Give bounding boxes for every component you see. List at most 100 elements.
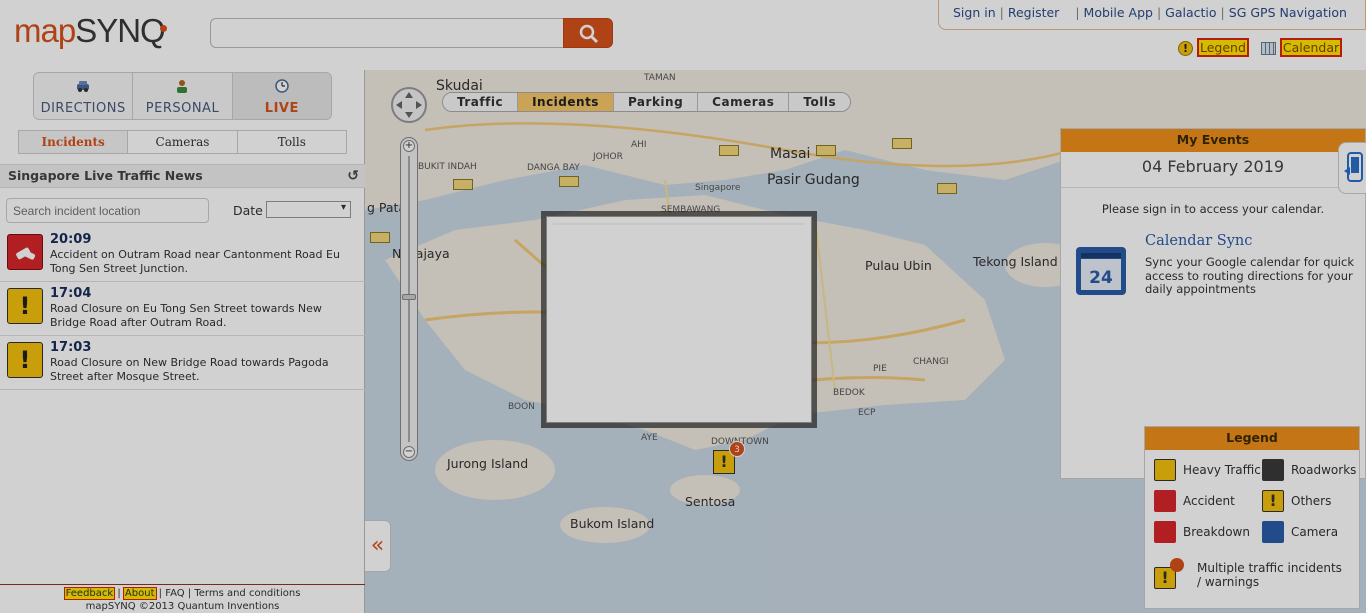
galactio-link[interactable]: Galactio	[1165, 5, 1216, 20]
calendar-sync-description: Sync your Google calendar for quick acce…	[1145, 255, 1354, 296]
map-label: AYE	[641, 433, 658, 443]
map-label: BOON	[508, 402, 535, 412]
map[interactable]: Skudai TAMAN Masai Pasir Gudang BUKIT IN…	[365, 70, 1366, 613]
map-layer-tabs: Traffic Incidents Parking Cameras Tolls	[442, 92, 852, 112]
logo-map-text: map	[14, 12, 76, 49]
double-chevron-left-icon: «	[370, 533, 385, 558]
list-item[interactable]: ! 17:04 Road Closure on Eu Tong Sen Stre…	[0, 282, 365, 336]
header: mapSYNQ Sign in | Register | Mobile App | Gala…	[0, 0, 1366, 70]
pan-control[interactable]	[391, 87, 427, 123]
top-links: Sign in | Register | Mobile App | Galactio | SG …	[938, 0, 1366, 30]
zoom-in-button[interactable]: +	[403, 140, 415, 152]
search-button[interactable]	[563, 18, 613, 48]
roadworks-icon	[1262, 459, 1284, 481]
legend-link[interactable]: Legend	[1197, 38, 1249, 57]
map-tab-tolls[interactable]: Tolls	[789, 93, 851, 111]
mobile-tab[interactable]	[1338, 142, 1366, 194]
events-date: 04 February 2019	[1061, 152, 1365, 188]
legend-item: Multiple traffic incidents / warnings	[1197, 561, 1347, 589]
map-label: CHANGI	[913, 357, 949, 367]
list-item[interactable]: 20:09 Accident on Outram Road near Canto…	[0, 228, 365, 282]
incident-description: Road Closure on Eu Tong Sen Street towar…	[50, 302, 322, 329]
warning-icon: !	[1178, 41, 1193, 56]
pan-arrows-icon	[396, 92, 422, 118]
road-marker	[816, 145, 836, 156]
collapse-panel-button[interactable]: «	[365, 520, 391, 572]
list-item[interactable]: ! 17:03 Road Closure on New Bridge Road …	[0, 336, 365, 390]
map-label: Tekong Island	[973, 254, 1058, 269]
legend-calendar-links: ! Legend Calendar	[1178, 38, 1343, 57]
tab-personal-label: PERSONAL	[145, 101, 220, 116]
map-label: BUKIT INDAH	[418, 162, 477, 172]
map-tab-cameras[interactable]: Cameras	[698, 93, 790, 111]
zoom-thumb[interactable]	[402, 294, 416, 300]
calendar-sync-icon: 24	[1073, 241, 1131, 299]
others-icon: !	[1262, 490, 1284, 512]
zoom-slider[interactable]: + −	[400, 137, 418, 461]
app: mapSYNQ Sign in | Register | Mobile App | Gala…	[0, 0, 1366, 613]
sign-in-link[interactable]: Sign in	[953, 5, 996, 20]
mode-tabs: DIRECTIONS PERSONAL LIVE	[33, 72, 332, 120]
modal-content	[553, 223, 805, 416]
cluster-count[interactable]: 3	[729, 441, 745, 457]
footer: Feedback | About | FAQ | Terms and condi…	[0, 584, 365, 613]
map-label: Pasir Gudang	[767, 172, 860, 188]
camera-icon	[1262, 521, 1284, 543]
tab-live[interactable]: LIVE	[232, 73, 331, 119]
calendar-sync-link[interactable]: Calendar Sync	[1145, 233, 1252, 249]
register-link[interactable]: Register	[1008, 5, 1059, 20]
phone-icon	[1344, 152, 1363, 182]
sub-tabs: Incidents Cameras Tolls	[18, 130, 347, 154]
search-input[interactable]	[210, 18, 564, 48]
sg-gps-link[interactable]: SG GPS Navigation	[1229, 5, 1347, 20]
map-label: AHI	[631, 140, 647, 150]
news-title: Singapore Live Traffic News	[8, 168, 203, 183]
legend-label: Roadworks	[1291, 463, 1357, 477]
clock-icon	[233, 79, 331, 97]
map-label: BEDOK	[833, 388, 865, 398]
tab-directions[interactable]: DIRECTIONS	[34, 73, 134, 119]
search-bar	[210, 18, 613, 48]
terms-link[interactable]: Terms and conditions	[194, 588, 300, 599]
faq-link[interactable]: FAQ	[165, 588, 184, 599]
about-link[interactable]: About	[122, 587, 157, 600]
signin-message: Please sign in to access your calendar.	[1101, 202, 1325, 216]
subtab-incidents[interactable]: Incidents	[19, 131, 129, 153]
road-marker	[453, 179, 473, 190]
mobile-app-link[interactable]: Mobile App	[1084, 5, 1153, 20]
incident-time: 17:03	[50, 340, 92, 355]
map-tab-traffic[interactable]: Traffic	[443, 93, 519, 111]
map-label: ECP	[858, 408, 876, 418]
legend-label: Heavy Traffic	[1183, 463, 1261, 477]
map-tab-parking[interactable]: Parking	[613, 93, 699, 111]
road-marker	[559, 176, 579, 187]
zoom-out-button[interactable]: −	[403, 446, 415, 458]
tab-directions-label: DIRECTIONS	[40, 101, 126, 116]
date-label: Date	[233, 203, 263, 218]
tab-personal[interactable]: PERSONAL	[133, 73, 233, 119]
logo-dot	[159, 25, 167, 32]
tab-live-label: LIVE	[264, 101, 299, 116]
incident-location-search[interactable]	[6, 198, 209, 223]
subtab-tolls[interactable]: Tolls	[237, 131, 346, 153]
refresh-icon[interactable]: ↺	[347, 168, 359, 184]
map-label: Pulau Ubin	[865, 258, 932, 273]
feedback-link[interactable]: Feedback	[63, 587, 116, 600]
incident-time: 17:04	[50, 286, 92, 301]
map-tab-incidents[interactable]: Incidents	[518, 93, 614, 111]
subtab-cameras[interactable]: Cameras	[128, 131, 238, 153]
chevron-down-icon: ▾	[340, 202, 346, 213]
map-label: Sentosa	[685, 494, 736, 509]
incident-list: 20:09 Accident on Outram Road near Canto…	[0, 228, 365, 390]
legend-label: Breakdown	[1183, 525, 1250, 539]
legend-title: Legend	[1145, 427, 1359, 450]
legend-label: Others	[1291, 494, 1332, 508]
calendar-link[interactable]: Calendar	[1279, 38, 1343, 57]
road-marker	[370, 232, 390, 243]
incident-description: Road Closure on New Bridge Road towards …	[50, 356, 329, 383]
map-label: PIE	[873, 364, 887, 374]
map-label: SEMBAWANG	[661, 205, 721, 215]
logo[interactable]: mapSYNQ	[14, 12, 167, 50]
map-label: TAMAN	[644, 73, 676, 83]
date-select[interactable]: ▾	[266, 201, 351, 218]
